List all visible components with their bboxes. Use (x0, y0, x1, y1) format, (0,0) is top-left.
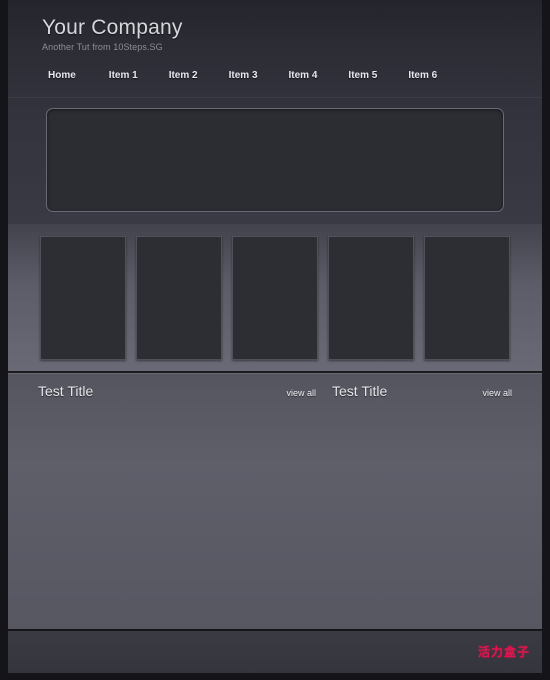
brand-tagline: Another Tut from 10Steps.SG (42, 42, 163, 53)
thumbnail-row (40, 236, 510, 360)
view-all-link[interactable]: view all (482, 388, 512, 398)
nav-item-3[interactable]: Item 3 (229, 66, 258, 85)
content-panel-right: Test Title view all (330, 383, 514, 408)
content-section: Test Title view all Test Title view all (8, 373, 542, 629)
panel-title: Test Title (332, 383, 388, 399)
thumbnail-item[interactable] (232, 236, 318, 360)
thumbnail-item[interactable] (136, 236, 222, 360)
hero-banner-placeholder[interactable] (46, 108, 504, 212)
thumbnail-item[interactable] (424, 236, 510, 360)
thumbnail-strip (8, 224, 542, 373)
panels-row: Test Title view all Test Title view all (36, 383, 514, 408)
site-header: Your Company Another Tut from 10Steps.SG… (8, 0, 542, 98)
page-frame: Your Company Another Tut from 10Steps.SG… (0, 0, 550, 680)
nav-item-2[interactable]: Item 2 (169, 66, 198, 85)
panel-header: Test Title view all (330, 383, 514, 408)
nav-item-5[interactable]: Item 5 (348, 66, 377, 85)
nav-item-1[interactable]: Item 1 (109, 66, 138, 85)
footer-watermark: 活力盒子 (477, 644, 530, 659)
page-title: Your Company (42, 16, 183, 39)
hero-section (8, 98, 542, 224)
site-footer: 活力盒子 (8, 629, 542, 673)
content-panel-left: Test Title view all (36, 383, 318, 408)
nav-item-4[interactable]: Item 4 (289, 66, 318, 85)
page-inner: Your Company Another Tut from 10Steps.SG… (8, 0, 542, 680)
panel-header: Test Title view all (36, 383, 318, 408)
view-all-link[interactable]: view all (286, 388, 316, 398)
thumbnail-item[interactable] (40, 236, 126, 360)
panel-title: Test Title (38, 383, 94, 399)
main-navigation: Home Item 1 Item 2 Item 3 Item 4 Item 5 … (42, 66, 542, 85)
nav-item-6[interactable]: Item 6 (408, 66, 437, 85)
nav-item-home[interactable]: Home (48, 66, 76, 85)
thumbnail-item[interactable] (328, 236, 414, 360)
